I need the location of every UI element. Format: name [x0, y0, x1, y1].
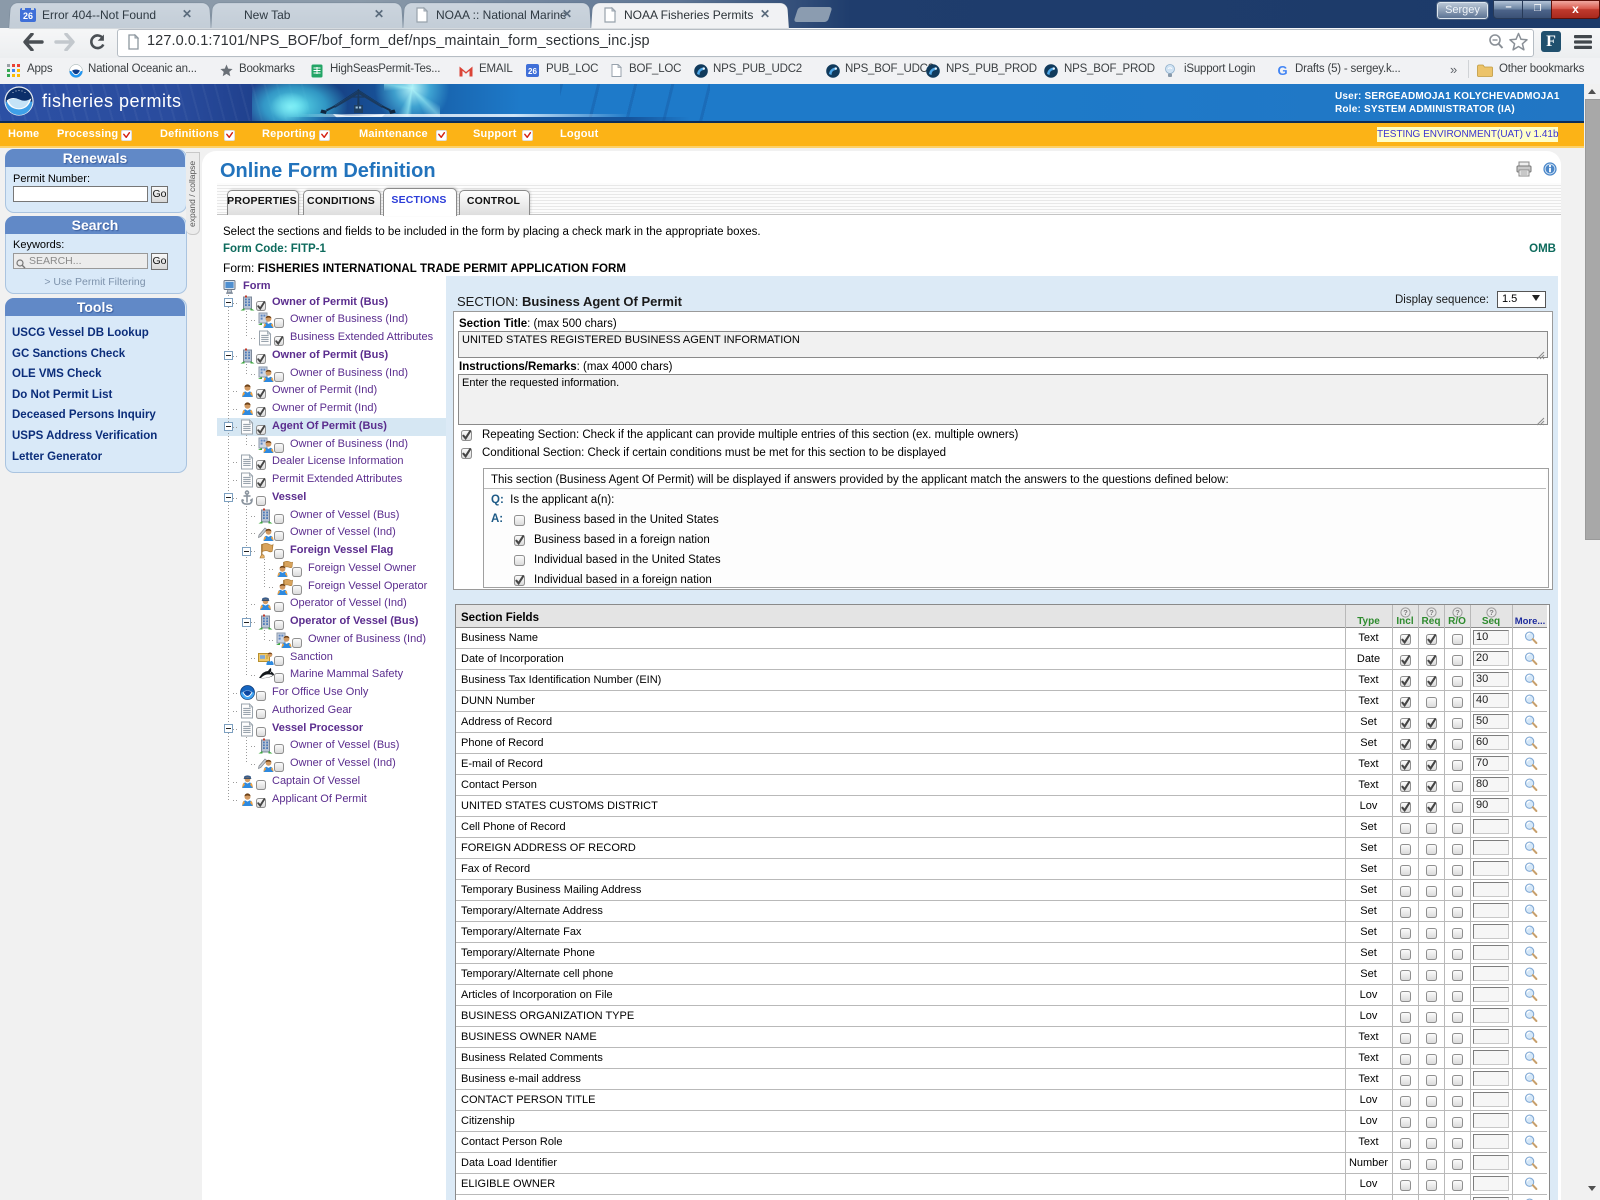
- svg-text:G: G: [1277, 64, 1287, 77]
- svg-text:26: 26: [23, 11, 33, 21]
- svg-text:26: 26: [528, 67, 537, 76]
